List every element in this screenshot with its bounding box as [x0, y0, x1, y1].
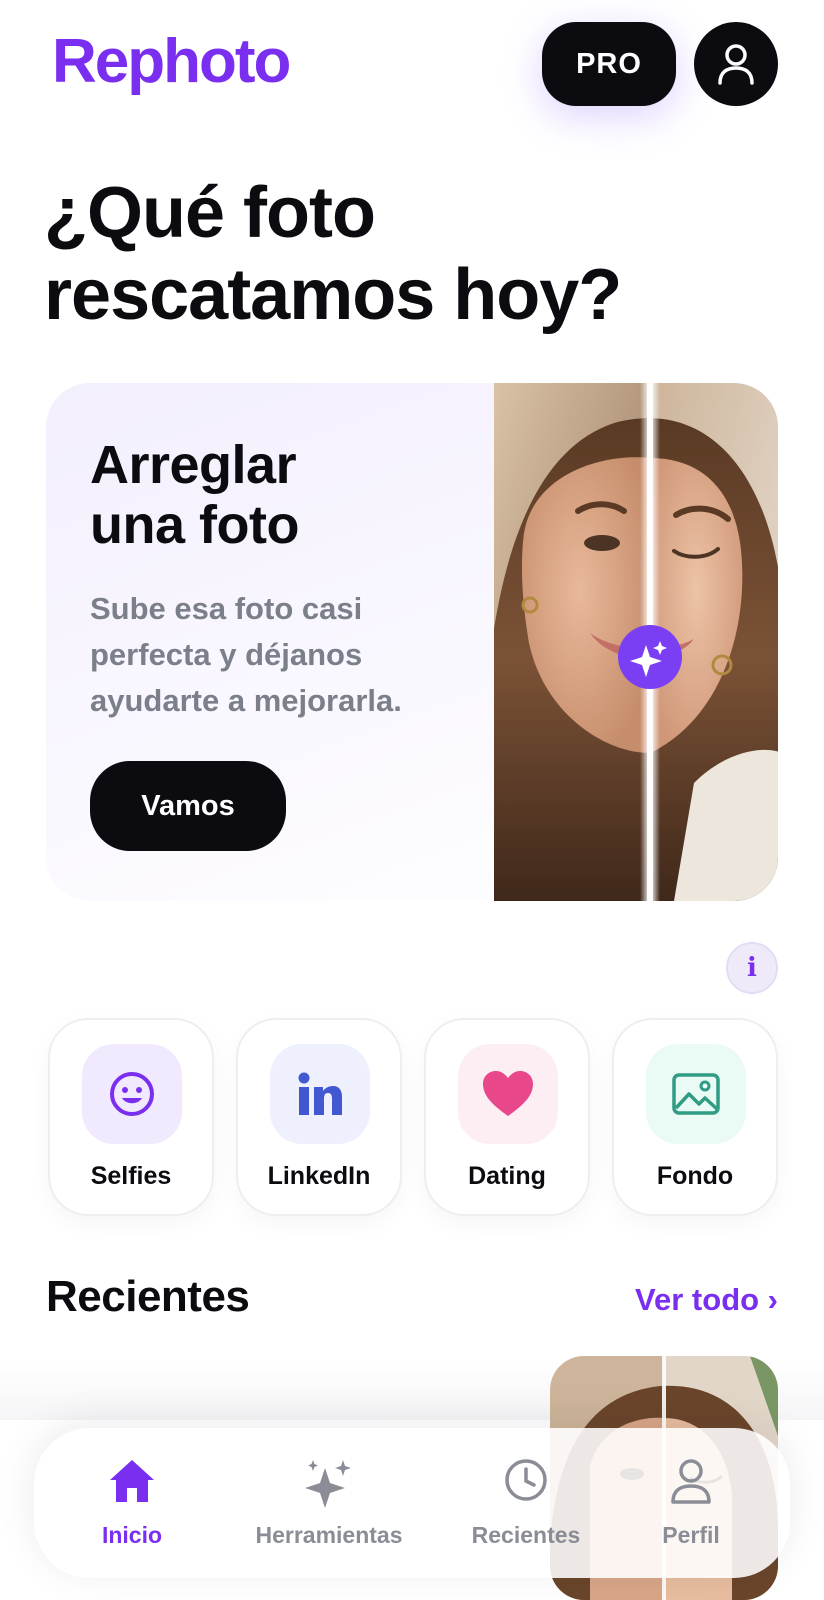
nav-label-perfil: Perfil: [662, 1522, 720, 1548]
tool-linkedin-icon-bg: [270, 1044, 370, 1144]
nav-item-perfil[interactable]: Perfil: [626, 1428, 756, 1578]
tool-selfies[interactable]: Selfies: [48, 1018, 214, 1216]
tool-selfies-label: Selfies: [90, 1162, 172, 1190]
pro-button[interactable]: PRO: [542, 22, 676, 106]
nav-item-inicio[interactable]: Inicio: [52, 1428, 212, 1578]
bottom-nav: Inicio Herramientas Recientes Perfil: [34, 1428, 790, 1578]
tool-linkedin-label: LinkedIn: [267, 1162, 371, 1190]
logo-text: Rephoto: [52, 27, 291, 96]
fix-photo-card[interactable]: Arreglar una foto Sube esa foto casi per…: [46, 383, 778, 901]
tool-fondo[interactable]: Fondo: [612, 1018, 778, 1216]
tool-dating-label: Dating: [468, 1162, 546, 1190]
page-title-line2: rescatamos hoy?: [44, 255, 622, 335]
page-title-line1: ¿Qué foto: [44, 173, 376, 253]
tool-dating[interactable]: Dating: [424, 1018, 590, 1216]
nav-label-recientes: Recientes: [471, 1522, 581, 1548]
profile-button[interactable]: [694, 22, 778, 106]
see-all-link[interactable]: Ver todo ›: [635, 1282, 778, 1318]
tool-dating-icon-bg: [458, 1044, 558, 1144]
recents-title: Recientes: [46, 1272, 250, 1321]
fix-photo-subtitle: Sube esa foto casi perfecta y déjanos ay…: [90, 591, 402, 718]
vamos-button[interactable]: Vamos: [90, 761, 286, 851]
info-label: i: [747, 953, 757, 983]
tool-selfies-icon-bg: [82, 1044, 182, 1144]
fix-photo-title-line2: una foto: [90, 495, 299, 555]
nav-item-herramientas[interactable]: Herramientas: [224, 1428, 434, 1578]
heart-icon: [483, 1071, 533, 1116]
user-icon: [671, 1459, 711, 1504]
user-icon: [718, 44, 754, 85]
sparkles-icon: [305, 1460, 351, 1508]
home-screen: Rephoto PRO ¿Qué foto rescatamos hoy? Ar…: [0, 0, 824, 1600]
image-icon: [672, 1073, 720, 1115]
pro-label: PRO: [576, 47, 642, 80]
clock-icon: [505, 1459, 547, 1501]
nav-label-herramientas: Herramientas: [255, 1522, 403, 1548]
home-icon: [110, 1460, 154, 1502]
app-logo[interactable]: Rephoto: [52, 26, 312, 98]
vamos-label: Vamos: [141, 789, 235, 822]
fix-photo-title: Arreglar una foto: [90, 435, 450, 555]
linkedin-icon: [298, 1072, 342, 1115]
nav-label-inicio: Inicio: [101, 1522, 163, 1548]
smiley-icon: [110, 1072, 154, 1116]
tool-fondo-label: Fondo: [656, 1162, 734, 1190]
nav-item-recientes[interactable]: Recientes: [446, 1428, 606, 1578]
before-after-photo: [494, 383, 778, 901]
page-title: ¿Qué foto rescatamos hoy?: [44, 172, 784, 336]
tool-linkedin[interactable]: LinkedIn: [236, 1018, 402, 1216]
fix-photo-title-line1: Arreglar: [90, 435, 297, 495]
info-button[interactable]: i: [726, 942, 778, 994]
tool-fondo-icon-bg: [646, 1044, 746, 1144]
